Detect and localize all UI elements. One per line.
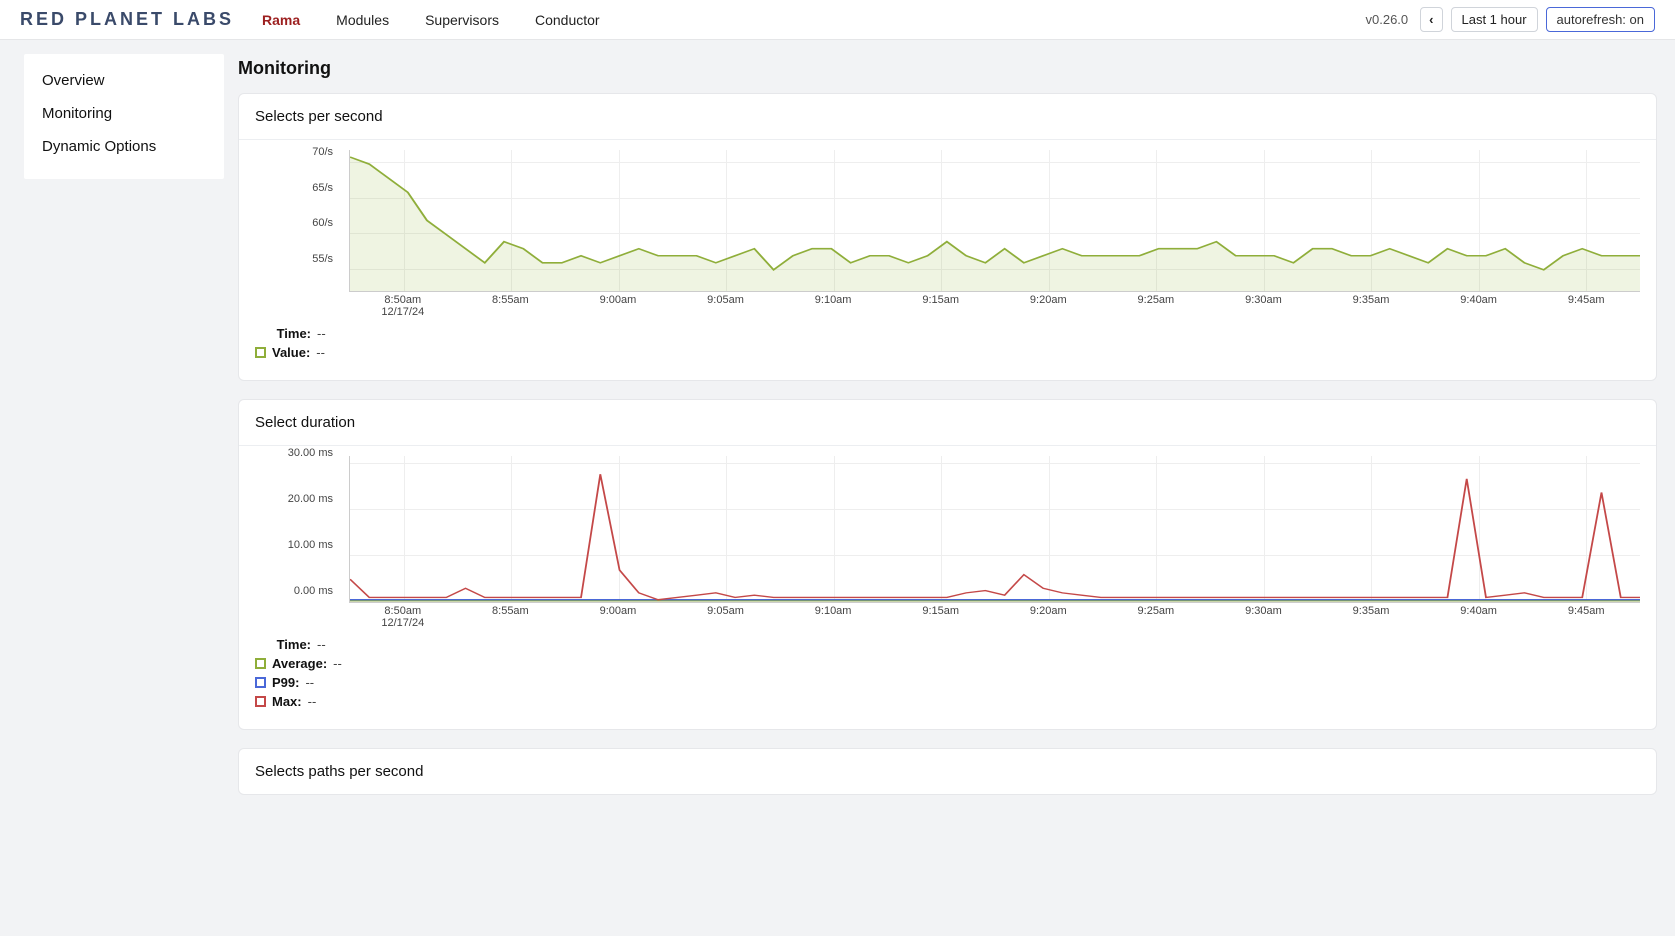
chart-selects-per-second[interactable]: 55/s60/s65/s70/s8:50am12/17/248:55am9:00…: [255, 150, 1640, 320]
chart-select-duration[interactable]: 0.00 ms10.00 ms20.00 ms30.00 ms8:50am12/…: [255, 456, 1640, 631]
legend-max-value: --: [308, 694, 317, 709]
sidebar: Overview Monitoring Dynamic Options: [24, 54, 224, 179]
x-tick-label: 9:10am: [815, 605, 852, 617]
chevron-left-icon: ‹: [1429, 12, 1433, 27]
legend-swatch-value-icon: [255, 347, 266, 358]
legend-swatch-p99-icon: [255, 677, 266, 688]
legend-time-value: --: [317, 326, 326, 341]
legend-swatch-max-icon: [255, 696, 266, 707]
x-tick-label: 9:05am: [707, 294, 744, 306]
panel-select-duration: Select duration 0.00 ms 10.00 ms 20.00 ms 3…: [238, 399, 1657, 730]
sidebar-item-monitoring[interactable]: Monitoring: [24, 97, 224, 130]
y-tick-label: 70/s: [312, 146, 333, 158]
x-tick-label: 9:30am: [1245, 294, 1282, 306]
x-tick-label: 9:10am: [815, 294, 852, 306]
top-nav: Rama Modules Supervisors Conductor: [262, 12, 600, 28]
nav-supervisors[interactable]: Supervisors: [425, 12, 499, 28]
nav-modules[interactable]: Modules: [336, 12, 389, 28]
y-tick-label: 55/s: [312, 253, 333, 265]
legend-swatch-average-icon: [255, 658, 266, 669]
x-tick-label: 9:35am: [1353, 294, 1390, 306]
top-header: RED PLANET LABS Rama Modules Supervisors…: [0, 0, 1675, 40]
panel-selects-per-second: Selects per second 55/s 60/s 65/s 70/s 8:50a…: [238, 93, 1657, 381]
timerange-back-button[interactable]: ‹: [1420, 7, 1442, 32]
legend-average-value: --: [333, 656, 342, 671]
x-tick-label: 8:55am: [492, 605, 529, 617]
x-tick-label: 9:30am: [1245, 605, 1282, 617]
x-tick-label: 9:15am: [922, 605, 959, 617]
page-title: Monitoring: [238, 58, 1657, 79]
legend-time-value: --: [317, 637, 326, 652]
x-tick-label: 9:25am: [1138, 294, 1175, 306]
panel-title: Selects per second: [239, 94, 1656, 140]
sidebar-item-overview[interactable]: Overview: [24, 64, 224, 97]
main-content: Monitoring Selects per second 55/s 60/s 65…: [224, 40, 1675, 835]
legend-max-label: Max:: [272, 694, 302, 709]
x-tick-label: 9:20am: [1030, 605, 1067, 617]
legend-p99-value: --: [305, 675, 314, 690]
x-tick-label: 9:40am: [1460, 294, 1497, 306]
y-tick-label: 0.00 ms: [294, 585, 333, 597]
x-tick-label: 9:25am: [1138, 605, 1175, 617]
nav-rama[interactable]: Rama: [262, 12, 300, 28]
chart-legend: Time: -- Value: --: [255, 326, 1640, 360]
legend-average-label: Average:: [272, 656, 327, 671]
legend-time-label: Time:: [255, 326, 311, 341]
autorefresh-toggle[interactable]: autorefresh: on: [1546, 7, 1655, 32]
x-tick-label: 8:55am: [492, 294, 529, 306]
legend-value-value: --: [316, 345, 325, 360]
x-tick-label: 9:45am: [1568, 605, 1605, 617]
legend-p99-label: P99:: [272, 675, 299, 690]
x-tick-label: 9:15am: [922, 294, 959, 306]
sidebar-item-dynamic-options[interactable]: Dynamic Options: [24, 130, 224, 163]
legend-time-label: Time:: [255, 637, 311, 652]
header-right: v0.26.0 ‹ Last 1 hour autorefresh: on: [1366, 7, 1656, 32]
x-tick-label: 9:00am: [600, 605, 637, 617]
panel-title: Select duration: [239, 400, 1656, 446]
y-tick-label: 20.00 ms: [288, 493, 333, 505]
x-tick-label: 9:45am: [1568, 294, 1605, 306]
y-tick-label: 30.00 ms: [288, 447, 333, 459]
version-label: v0.26.0: [1366, 12, 1409, 27]
x-tick-label: 9:20am: [1030, 294, 1067, 306]
x-tick-label: 9:00am: [600, 294, 637, 306]
logo: RED PLANET LABS: [20, 9, 234, 30]
y-tick-label: 65/s: [312, 182, 333, 194]
panel-title: Selects paths per second: [239, 749, 1656, 794]
chart-legend: Time: -- Average: -- P99: --: [255, 637, 1640, 709]
x-tick-label: 8:50am12/17/24: [381, 605, 424, 629]
x-tick-label: 8:50am12/17/24: [381, 294, 424, 318]
y-tick-label: 10.00 ms: [288, 539, 333, 551]
x-tick-label: 9:35am: [1353, 605, 1390, 617]
x-tick-label: 9:05am: [707, 605, 744, 617]
y-tick-label: 60/s: [312, 217, 333, 229]
timerange-button[interactable]: Last 1 hour: [1451, 7, 1538, 32]
legend-value-label: Value:: [272, 345, 310, 360]
panel-selects-paths-per-second: Selects paths per second: [238, 748, 1657, 795]
x-tick-label: 9:40am: [1460, 605, 1497, 617]
nav-conductor[interactable]: Conductor: [535, 12, 600, 28]
